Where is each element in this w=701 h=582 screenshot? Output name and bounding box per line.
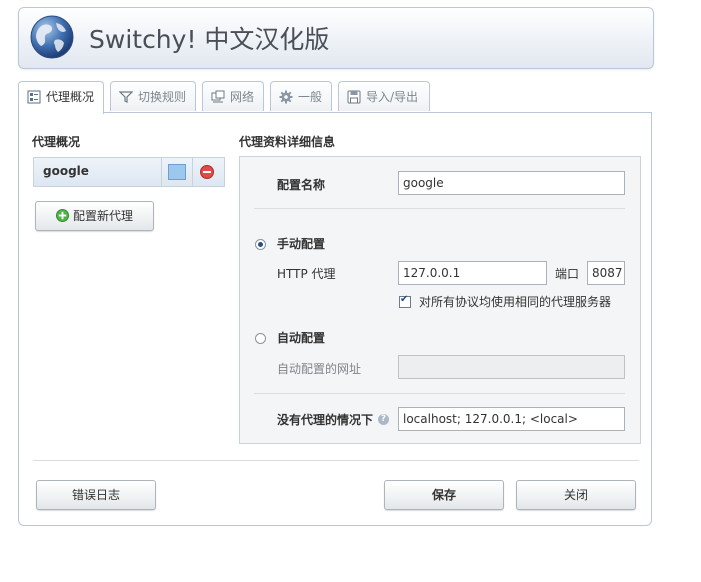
close-button[interactable]: 关闭 [516, 480, 636, 510]
same-proxy-label: 对所有协议均使用相同的代理服务器 [419, 295, 612, 309]
error-log-button[interactable]: 错误日志 [36, 480, 156, 510]
divider [33, 460, 639, 461]
proxy-overview-title: 代理概况 [32, 135, 81, 149]
proxy-detail-box: 配置名称 google 手动配置 HTTP 代理 127.0.0.1 端口 80… [239, 156, 641, 444]
app-title: Switchy! 中文汉化版 [89, 25, 330, 54]
floppy-disk-icon [347, 90, 361, 104]
divider [254, 208, 625, 209]
same-proxy-checkbox[interactable] [399, 294, 411, 308]
help-icon[interactable]: ? [378, 414, 389, 425]
profile-name-label: 配置名称 [277, 178, 326, 192]
save-button[interactable]: 保存 [384, 480, 504, 510]
port-input[interactable]: 8087 [587, 261, 625, 285]
tab-general[interactable]: 一般 [270, 81, 332, 111]
list-item[interactable]: google [33, 157, 225, 187]
auto-url-label: 自动配置的网址 [277, 362, 362, 376]
tab-label: 代理概况 [46, 90, 95, 104]
proxy-list-icon [27, 90, 41, 104]
add-icon [55, 209, 69, 222]
tab-label: 一般 [298, 90, 323, 104]
http-proxy-input[interactable]: 127.0.0.1 [398, 261, 547, 285]
divider [192, 158, 193, 186]
proxy-detail-title: 代理资料详细信息 [239, 135, 336, 149]
new-proxy-button[interactable]: 配置新代理 [35, 201, 154, 231]
tab-label: 网络 [230, 90, 255, 104]
auto-config-radio[interactable] [255, 333, 266, 344]
divider [161, 158, 162, 186]
new-proxy-label: 配置新代理 [72, 209, 133, 223]
port-label: 端口 [555, 267, 580, 281]
bypass-input[interactable]: localhost; 127.0.0.1; <local> [398, 407, 625, 431]
divider [254, 393, 625, 394]
gear-icon [279, 90, 293, 104]
bypass-label: 没有代理的情况下 [277, 413, 374, 427]
proxy-name: google [43, 164, 89, 178]
main-panel: 代理概况 google 配置新代理 代理资料详细信息 配置名称 google 手… [18, 112, 652, 526]
network-icon [211, 90, 225, 103]
tab-import-export[interactable]: 导入/导出 [338, 81, 430, 111]
proxy-color-swatch[interactable] [168, 164, 186, 180]
manual-config-label: 手动配置 [277, 237, 326, 251]
tab-label: 切换规则 [138, 90, 187, 104]
auto-config-label: 自动配置 [277, 331, 326, 345]
filter-icon [119, 91, 133, 103]
globe-logo-icon [30, 15, 74, 59]
app-header: Switchy! 中文汉化版 [18, 7, 654, 69]
tab-network[interactable]: 网络 [202, 81, 264, 111]
manual-config-radio[interactable] [255, 239, 266, 250]
tab-label: 导入/导出 [366, 90, 419, 104]
http-proxy-label: HTTP 代理 [277, 267, 336, 281]
delete-icon[interactable] [200, 165, 214, 179]
tab-proxy-overview[interactable]: 代理概况 [18, 81, 104, 114]
profile-name-input[interactable]: google [398, 171, 625, 195]
auto-url-input[interactable] [398, 355, 625, 379]
tab-switch-rules[interactable]: 切换规则 [110, 81, 196, 111]
